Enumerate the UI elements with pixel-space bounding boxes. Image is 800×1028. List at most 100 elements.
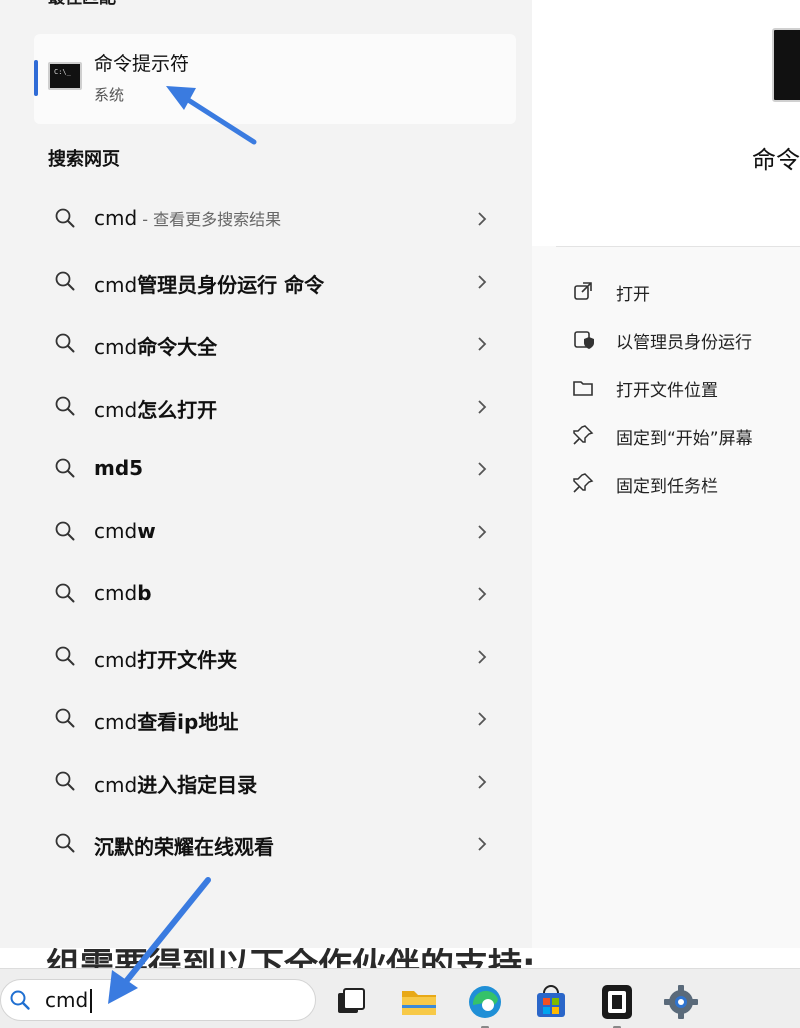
- web-search-result[interactable]: cmd管理员身份运行 命令: [34, 257, 516, 307]
- result-query-plain: cmd: [94, 581, 138, 605]
- search-icon: [55, 708, 75, 728]
- search-icon: [55, 396, 75, 415]
- preview-action-label: 打开: [616, 285, 650, 305]
- result-query-bold: 进入指定目录: [137, 772, 258, 797]
- result-query-bold: 沉默的荣耀在线观看: [94, 835, 274, 859]
- chevron-right-icon: [478, 524, 487, 539]
- preview-action-label: 固定到“开始”屏幕: [616, 429, 753, 449]
- web-search-result-label: cmd查看ip地址: [94, 706, 238, 735]
- web-search-result-label: cmd命令大全: [94, 331, 217, 360]
- pin-icon: [573, 473, 594, 493]
- search-icon: [55, 271, 75, 290]
- store-icon: [537, 985, 565, 1017]
- preview-panel: 命令 打开以管理员身份运行 打开文件位置固定到“开始”屏幕固定到任务栏: [532, 0, 800, 948]
- web-search-result-label: md5: [94, 456, 143, 480]
- web-search-result-label: cmd怎么打开: [94, 394, 217, 423]
- result-query-plain: cmd: [94, 272, 138, 297]
- result-query-bold: 怎么打开: [137, 397, 218, 422]
- result-query-plain: cmd: [94, 772, 138, 797]
- shield-icon: [574, 331, 594, 349]
- search-icon: [55, 646, 75, 665]
- web-search-result-label: cmdw: [94, 519, 156, 543]
- file-explorer-icon: [402, 991, 436, 1015]
- text-caret: [90, 989, 92, 1013]
- preview-app-name: 命令: [752, 146, 800, 174]
- task-view-button[interactable]: [330, 981, 372, 1023]
- chevron-right-icon: [478, 274, 487, 289]
- result-query-plain: cmd: [94, 206, 138, 230]
- preview-action[interactable]: 以管理员身份运行: [568, 320, 788, 356]
- best-match-card[interactable]: C:\_ 命令提示符 系统: [34, 34, 516, 124]
- edge-icon: [469, 986, 501, 1018]
- settings-button[interactable]: [660, 981, 702, 1023]
- preview-action-label: 以管理员身份运行: [616, 333, 752, 353]
- taskbar-search-input[interactable]: cmd: [45, 988, 88, 1012]
- preview-action-label: 打开文件位置: [616, 381, 718, 401]
- taskbar-search-box[interactable]: cmd: [0, 979, 316, 1021]
- search-icon: [55, 833, 75, 853]
- search-icon: [55, 333, 75, 353]
- result-query-bold: 命令大全: [137, 335, 218, 359]
- chevron-right-icon: [478, 649, 487, 664]
- result-query-bold: md5: [94, 456, 144, 480]
- search-icon: [55, 521, 75, 540]
- result-query-bold: w: [137, 518, 156, 543]
- result-query-bold: b: [137, 581, 152, 605]
- chevron-right-icon: [478, 837, 487, 851]
- result-query-plain: cmd: [94, 647, 138, 672]
- result-query-bold: 打开文件夹: [137, 647, 238, 672]
- chevron-right-icon: [478, 712, 487, 726]
- task-view-icon: [338, 988, 365, 1013]
- preview-divider: [556, 246, 800, 247]
- preview-header: 命令: [532, 0, 800, 246]
- open-external-icon: [574, 282, 592, 300]
- web-search-result[interactable]: md5: [34, 444, 516, 494]
- web-search-result[interactable]: cmd命令大全: [34, 319, 516, 369]
- chevron-right-icon: [478, 774, 487, 789]
- preview-action[interactable]: 固定到“开始”屏幕: [568, 416, 788, 452]
- web-search-result-label: cmd打开文件夹: [94, 644, 237, 673]
- web-search-result-label: cmd管理员身份运行 命令: [94, 269, 324, 298]
- web-search-result-label: cmdb: [94, 581, 152, 605]
- cmd-icon: C:\_: [48, 62, 82, 90]
- chevron-right-icon: [478, 212, 487, 226]
- chevron-right-icon: [478, 399, 487, 414]
- chevron-right-icon: [478, 587, 487, 601]
- store-button[interactable]: [530, 981, 572, 1023]
- preview-action[interactable]: 打开: [568, 272, 788, 308]
- web-search-result[interactable]: cmd打开文件夹: [34, 632, 516, 682]
- terminal-app-icon: [602, 985, 632, 1019]
- file-explorer-button[interactable]: [398, 981, 440, 1023]
- search-icon: [55, 458, 75, 478]
- web-search-result[interactable]: cmd查看ip地址: [34, 694, 516, 744]
- web-search-result[interactable]: cmd进入指定目录: [34, 757, 516, 807]
- edge-button[interactable]: [464, 981, 506, 1028]
- best-match-app-name: 命令提示符: [94, 53, 190, 75]
- pin-icon: [573, 425, 594, 445]
- cmd-preview-icon: [772, 28, 800, 102]
- web-search-result[interactable]: cmdw: [34, 507, 516, 557]
- web-search-result[interactable]: cmd怎么打开: [34, 382, 516, 432]
- chevron-right-icon: [478, 337, 487, 351]
- web-search-heading: 搜索网页: [48, 149, 120, 170]
- search-results-panel: 最佳匹配 C:\_ 命令提示符 系统 搜索网页 cmd - 查看更多搜索结果cm…: [0, 0, 532, 948]
- best-match-app-type: 系统: [94, 86, 125, 104]
- result-query-plain: cmd: [94, 397, 138, 422]
- web-search-result[interactable]: 沉默的荣耀在线观看: [34, 819, 516, 869]
- search-icon: [55, 208, 75, 228]
- web-search-result[interactable]: cmd - 查看更多搜索结果: [34, 194, 516, 244]
- preview-action[interactable]: 打开文件位置: [568, 368, 788, 404]
- preview-action[interactable]: 固定到任务栏: [568, 464, 788, 500]
- result-query-plain: cmd: [94, 518, 138, 543]
- result-query-hint: - 查看更多搜索结果: [137, 210, 282, 229]
- settings-icon: [664, 985, 698, 1019]
- selection-accent: [34, 60, 38, 96]
- terminal-app-button[interactable]: [596, 981, 638, 1028]
- result-query-plain: cmd: [94, 335, 138, 359]
- web-search-result[interactable]: cmdb: [34, 569, 516, 619]
- search-icon: [55, 771, 75, 790]
- best-match-heading: 最佳匹配: [48, 0, 116, 8]
- result-query-bold: 查看ip地址: [137, 710, 239, 734]
- taskbar: cmd: [0, 968, 800, 1028]
- result-query-bold: 管理员身份运行 命令: [137, 272, 325, 297]
